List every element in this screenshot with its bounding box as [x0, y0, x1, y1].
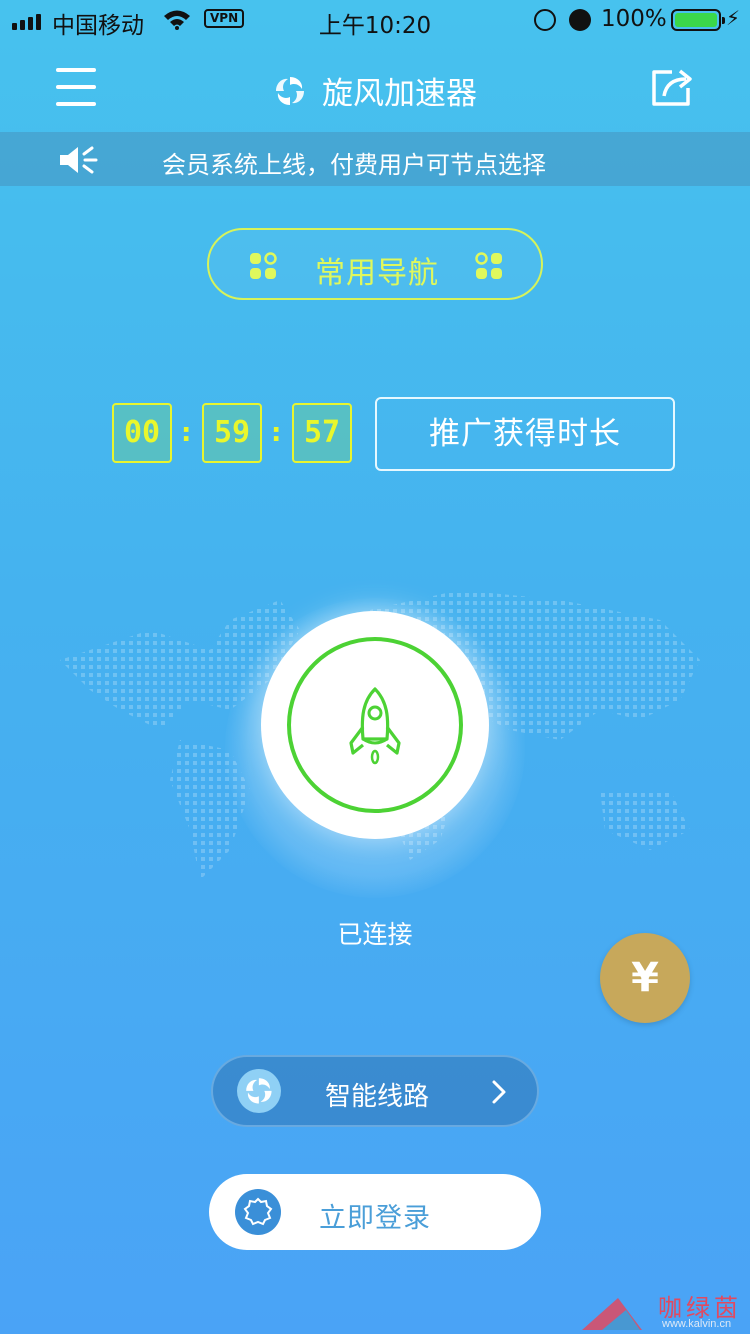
app-title: 旋风加速器: [322, 76, 478, 112]
title-wrap: 旋风加速器: [0, 68, 750, 113]
status-bar: 中国移动 VPN 上午10:20 100% ⚡: [0, 0, 750, 40]
battery-fill: [675, 13, 717, 27]
login-button[interactable]: 立即登录: [209, 1174, 541, 1250]
watermark-url: www.kalvin.cn: [662, 1318, 732, 1330]
battery-percent: 100%: [601, 6, 667, 32]
speaker-icon: [60, 146, 98, 174]
timer-hours: 00: [112, 403, 172, 463]
notice-banner[interactable]: 会员系统上线，付费用户可节点选择: [0, 132, 750, 186]
timer-minutes: 59: [202, 403, 262, 463]
promo-time-button[interactable]: 推广获得时长: [375, 397, 675, 471]
grid-icon: [475, 252, 502, 279]
recharge-button[interactable]: ¥: [600, 933, 690, 1023]
charging-icon: ⚡: [726, 6, 741, 30]
connect-button[interactable]: [261, 611, 489, 839]
share-icon[interactable]: [650, 66, 694, 108]
timer-separator: :: [271, 418, 282, 448]
app-logo-icon: [275, 76, 304, 105]
rotation-lock-icon: [534, 9, 556, 31]
login-label: 立即登录: [319, 1203, 431, 1234]
route-selector[interactable]: 智能线路: [211, 1055, 539, 1127]
common-nav-button[interactable]: 常用导航: [207, 228, 543, 300]
app-header: 旋风加速器: [0, 40, 750, 132]
chevron-right-icon: [492, 1080, 506, 1104]
rocket-icon: [349, 687, 401, 765]
battery-icon: [671, 9, 725, 31]
alarm-icon: [569, 9, 591, 31]
notice-text: 会员系统上线，付费用户可节点选择: [162, 151, 546, 179]
timer-seconds: 57: [292, 403, 352, 463]
timer-separator: :: [181, 418, 192, 448]
